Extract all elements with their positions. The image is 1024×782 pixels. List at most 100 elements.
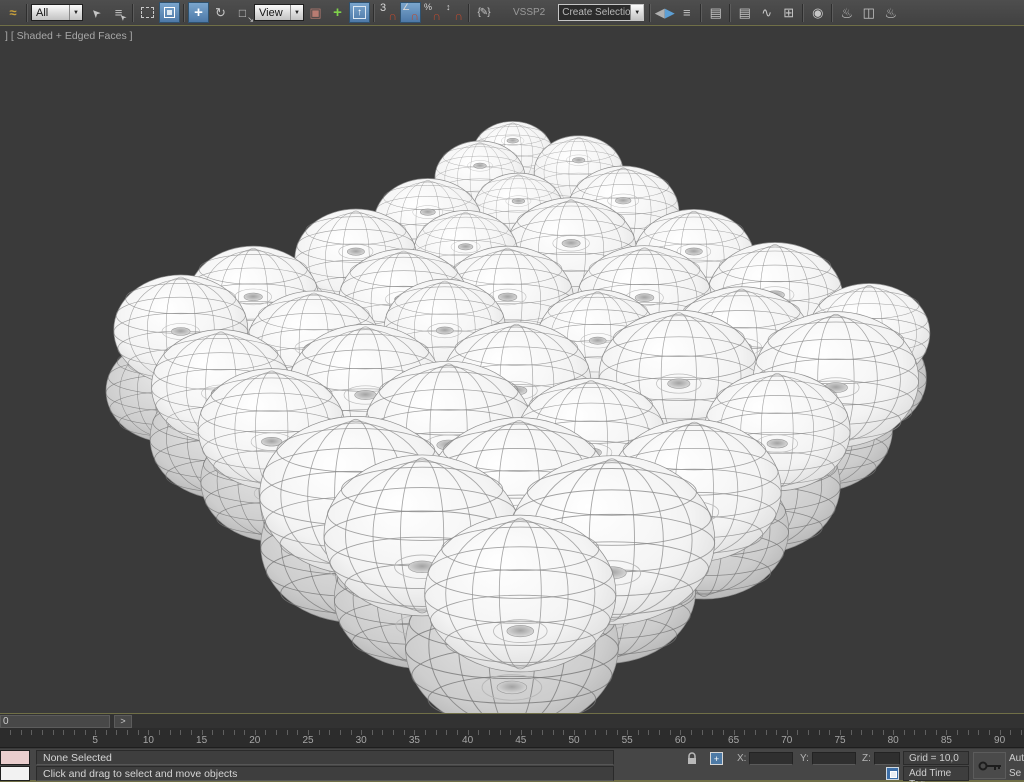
select-rotate-button[interactable]: ↻	[210, 2, 231, 23]
select-by-name-button[interactable]: ≡ ➤	[108, 2, 129, 23]
ruler-tick	[936, 730, 937, 735]
ruler-tick	[404, 730, 405, 735]
spinner-snap-toggle[interactable]: ↕ ∩	[444, 2, 465, 23]
angle-snap-toggle[interactable]: ∠ ∩	[400, 2, 421, 23]
ruler-tick	[393, 730, 394, 735]
ruler-tick	[234, 730, 235, 735]
absolute-mode-toggle[interactable]: +	[710, 752, 723, 765]
ruler-tick	[478, 730, 479, 735]
align-button[interactable]: ≡	[676, 2, 697, 23]
window-crossing-toggle[interactable]	[159, 2, 180, 23]
time-slider-handle[interactable]: 0	[0, 715, 110, 728]
ruler-tick	[531, 730, 532, 735]
ruler-tick	[691, 730, 692, 735]
curve-icon: ∿	[761, 6, 772, 19]
ruler-tick	[63, 730, 64, 735]
ruler-tick-label: 10	[143, 735, 154, 746]
ruler-tick	[340, 730, 341, 735]
y-coordinate-field[interactable]	[812, 752, 856, 765]
select-manipulate-button[interactable]: +	[327, 2, 348, 23]
timeline-ruler[interactable]: 51015202530354045505560657075808590	[0, 728, 1024, 748]
add-time-tag-button[interactable]: Add Time Tag	[903, 766, 969, 781]
render-production-button[interactable]: ♨	[880, 2, 901, 23]
x-coordinate-field[interactable]	[749, 752, 793, 765]
grid-setting-display: Grid = 10,0	[903, 751, 969, 765]
frame-window-icon: ◫	[863, 6, 875, 19]
ruler-tick	[563, 730, 564, 735]
toolbar-separator	[183, 4, 185, 22]
rendered-frame-window-button[interactable]: ◫	[858, 2, 879, 23]
next-frame-button[interactable]: >	[114, 715, 132, 728]
folder-icon: ▤	[739, 6, 751, 19]
pivot-point-center-button[interactable]: ▣	[305, 2, 326, 23]
bind-spacewarp-icon[interactable]: ≈	[2, 2, 23, 23]
ruler-tick	[223, 730, 224, 735]
toolbar-separator	[373, 4, 375, 22]
selection-filter-dropdown[interactable]: All ▼	[31, 4, 83, 21]
selection-filter-value: All	[32, 7, 69, 19]
viewport[interactable]: ] [ Shaded + Edged Faces ]	[0, 27, 1024, 713]
ruler-tick	[446, 730, 447, 735]
select-object-button[interactable]: ➤	[86, 2, 107, 23]
magnet-icon: ∩	[454, 10, 463, 22]
maxscript-mini-listener-macro[interactable]	[0, 750, 30, 765]
schematic-view-button[interactable]: ⊞	[778, 2, 799, 23]
set-key-button[interactable]: Se	[1009, 768, 1024, 779]
viewport-canvas[interactable]	[0, 27, 1024, 713]
curve-editor-button[interactable]: ∿	[756, 2, 777, 23]
rectangular-selection-button[interactable]	[137, 2, 158, 23]
ruler-tick	[776, 730, 777, 735]
select-move-button[interactable]: +	[188, 2, 209, 23]
ruler-tick	[457, 730, 458, 735]
main-toolbar: ≈ All ▼ ➤ ≡ ➤ + ↻ □ ↘ View ▼ ▣ + ↑ 3 ∩	[0, 0, 1024, 26]
ruler-tick	[372, 730, 373, 735]
scale-arrow-icon: ↘	[247, 16, 254, 24]
set-keys-button[interactable]	[973, 752, 1006, 779]
keyboard-override-toggle[interactable]: ↑	[349, 2, 370, 23]
ruler-tick	[436, 730, 437, 735]
edit-named-selection-sets-button[interactable]: {✎}	[473, 2, 494, 23]
ruler-tick	[659, 730, 660, 735]
render-setup-button[interactable]: ♨	[836, 2, 857, 23]
ruler-tick-label: 60	[675, 735, 686, 746]
cursor-icon: ➤	[118, 12, 128, 22]
ribbon-toggle-button[interactable]: ▤	[734, 2, 755, 23]
ruler-tick	[212, 730, 213, 735]
ruler-tick	[138, 730, 139, 735]
layer-manager-button[interactable]: ▤	[705, 2, 726, 23]
teapot-icon: ♨	[884, 6, 897, 20]
reference-coordinate-dropdown[interactable]: View ▼	[254, 4, 304, 21]
max-window: ≈ All ▼ ➤ ≡ ➤ + ↻ □ ↘ View ▼ ▣ + ↑ 3 ∩	[0, 0, 1024, 782]
ruler-tick	[329, 730, 330, 735]
maxscript-mini-listener[interactable]	[0, 766, 30, 781]
toolbar-separator	[132, 4, 134, 22]
named-selection-sets-dropdown[interactable]: Create Selection Se ▼	[558, 4, 644, 21]
ruler-tick	[265, 730, 266, 735]
material-editor-button[interactable]: ◉	[807, 2, 828, 23]
time-slider-track[interactable]: 0 >	[0, 713, 1024, 728]
ruler-tick-label: 45	[515, 735, 526, 746]
viewport-shading-label[interactable]: ] [ Shaded + Edged Faces ]	[5, 30, 133, 42]
named-selection-sets-value: Create Selection Se	[559, 7, 630, 18]
snap-toggle-3d-button[interactable]: 3 ∩	[378, 2, 399, 23]
z-coordinate-field[interactable]	[874, 752, 900, 765]
ruler-tick-label: 70	[781, 735, 792, 746]
ruler-tick	[872, 730, 873, 735]
material-sphere-icon: ◉	[812, 6, 823, 19]
ruler-tick	[797, 730, 798, 735]
magnet-icon: ∩	[410, 10, 419, 22]
up-arrow-icon: ↑	[353, 6, 366, 19]
ruler-tick	[744, 730, 745, 735]
ruler-tick	[53, 730, 54, 735]
window-crossing-icon	[164, 7, 175, 18]
percent-snap-toggle[interactable]: % ∩	[422, 2, 443, 23]
select-scale-button[interactable]: □ ↘	[232, 2, 253, 23]
ruler-tick	[553, 730, 554, 735]
auto-key-button[interactable]: Aut	[1009, 753, 1024, 764]
ruler-tick	[829, 730, 830, 735]
ruler-tick	[85, 730, 86, 735]
ruler-tick-label: 20	[249, 735, 260, 746]
mirror-button[interactable]: ◀ ▶	[654, 2, 675, 23]
ruler-tick-label: 75	[834, 735, 845, 746]
selection-lock-toggle[interactable]	[686, 752, 698, 770]
